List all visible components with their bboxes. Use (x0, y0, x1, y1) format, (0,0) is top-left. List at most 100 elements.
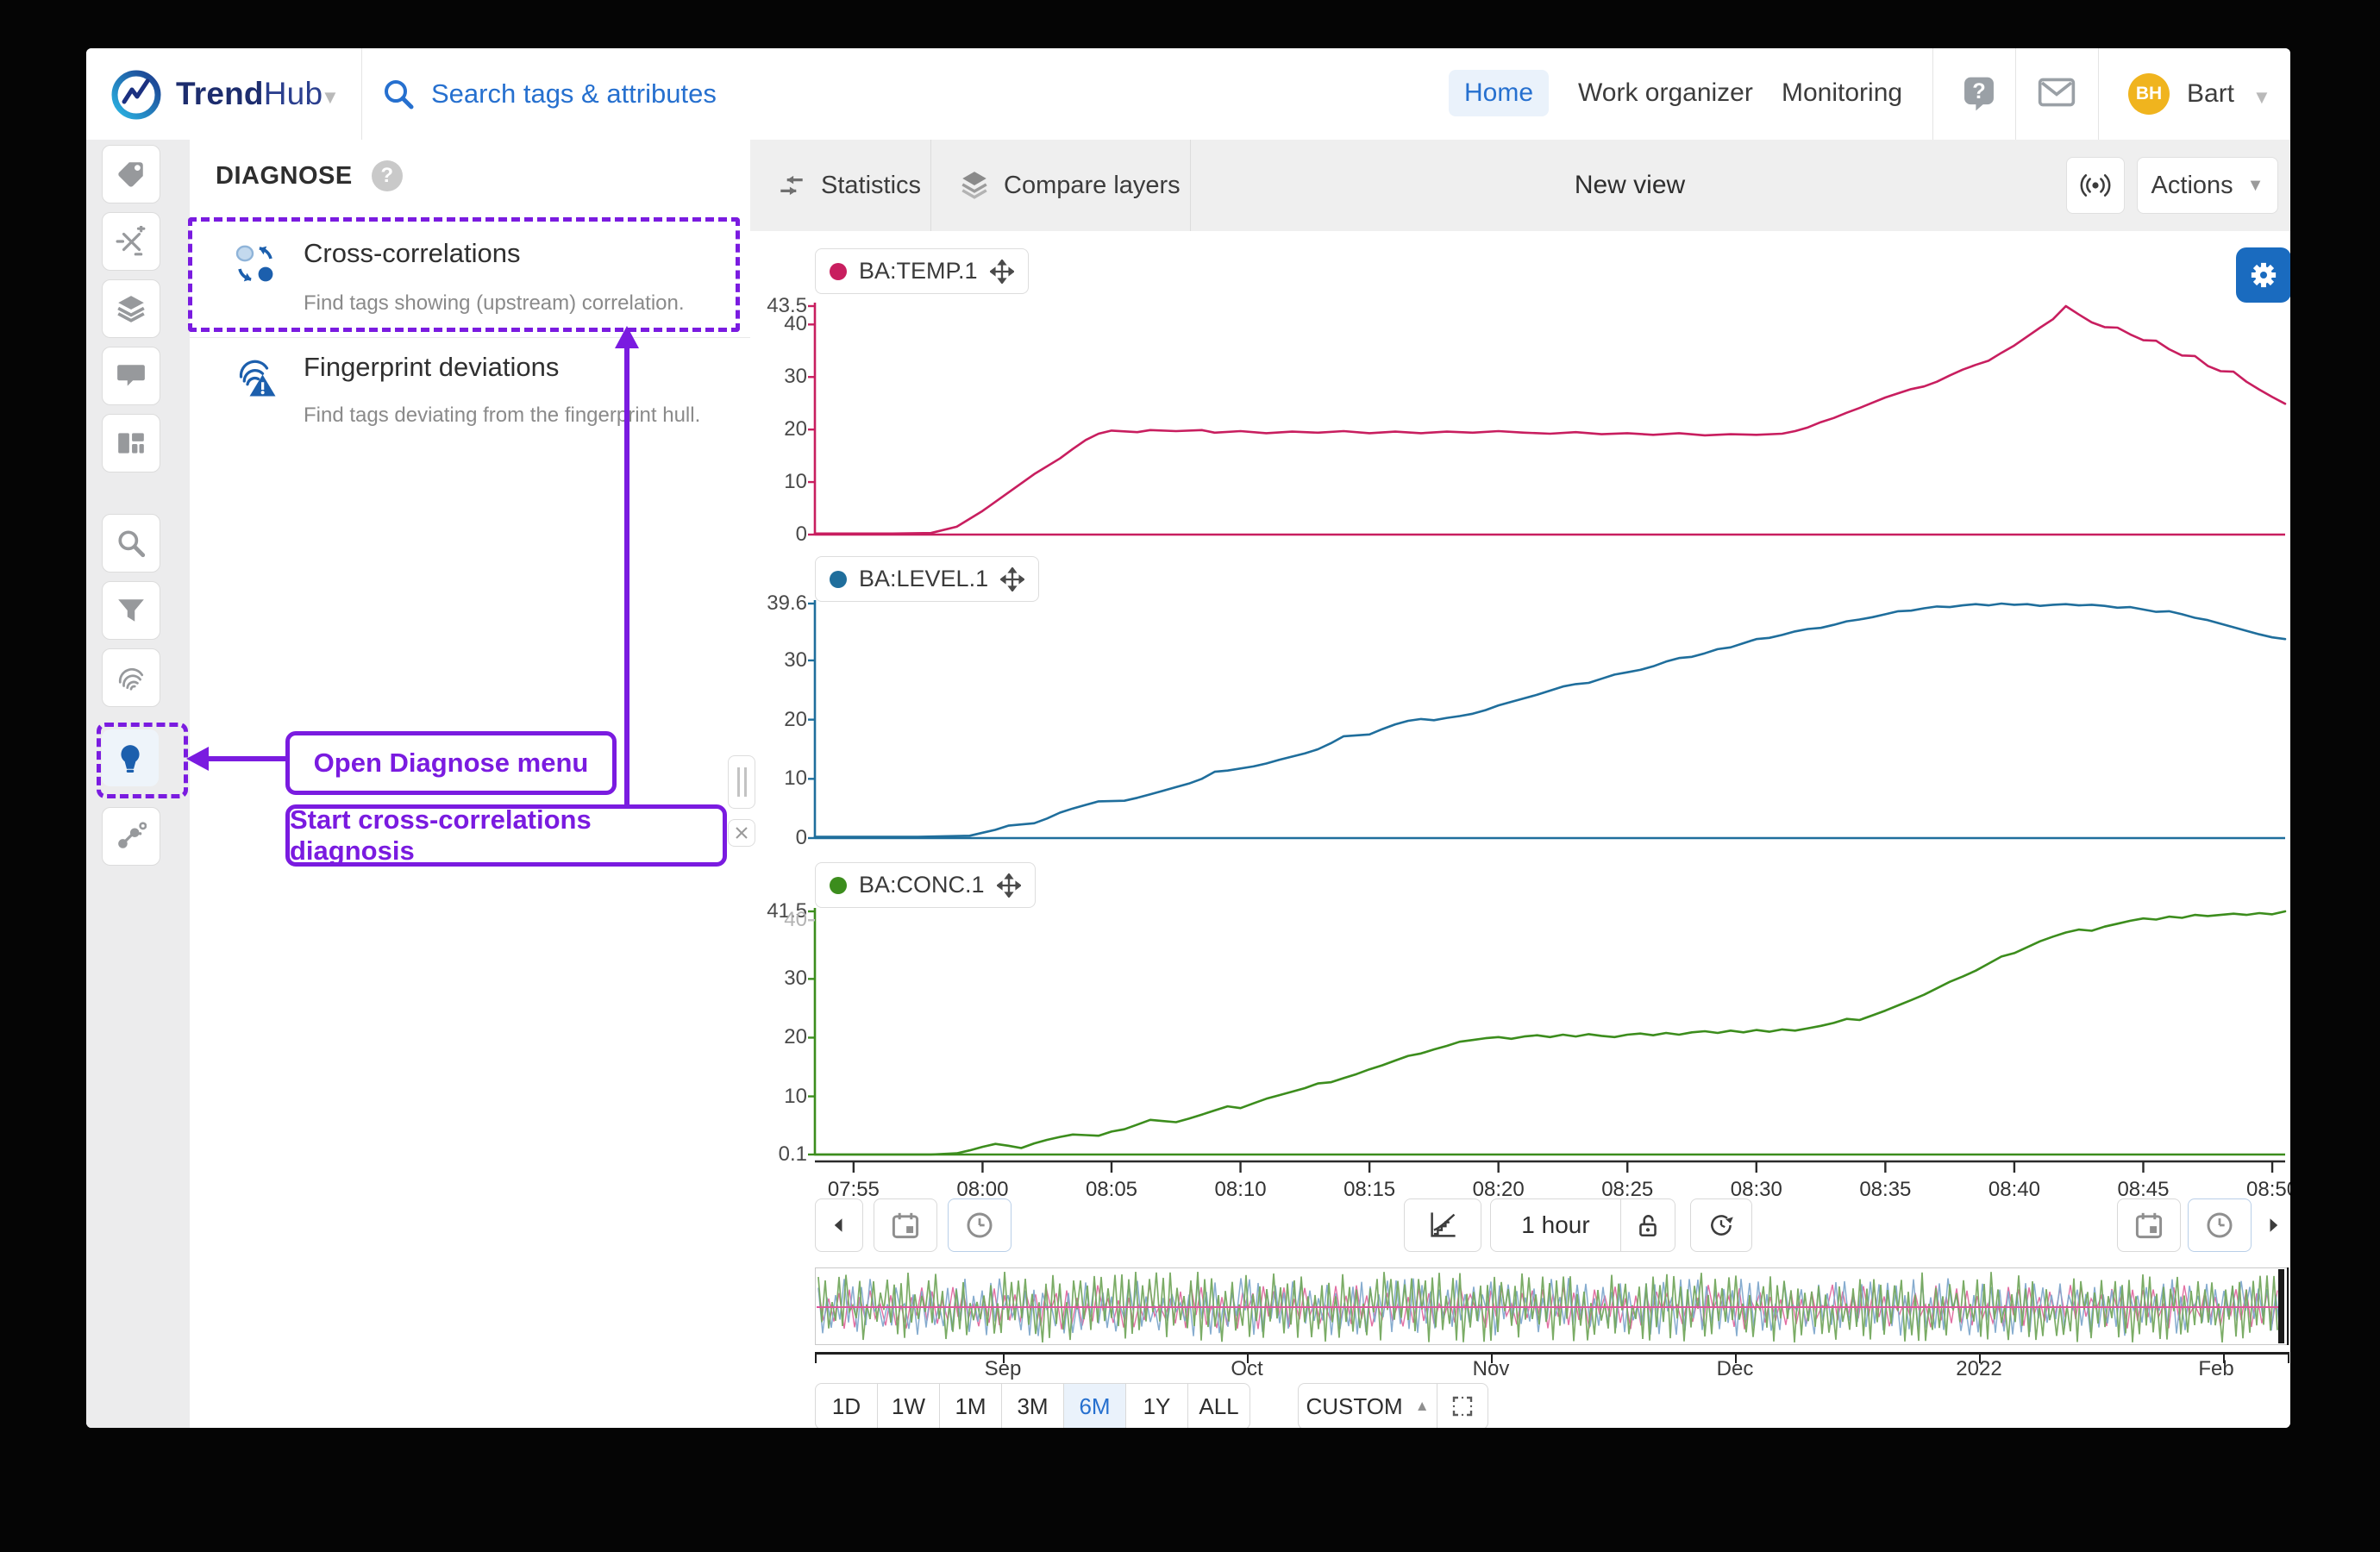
y-axis-tick-label: 10 (750, 1085, 807, 1109)
zoom-all-button[interactable]: ALL (1187, 1383, 1250, 1428)
statistics-button[interactable]: Statistics (776, 140, 921, 231)
legend-chip-baconc1[interactable]: BA:CONC.1 (815, 862, 1036, 908)
layers-icon (116, 293, 147, 324)
divider (190, 337, 750, 338)
context-axis-tick (2223, 1352, 2225, 1363)
panel-resize-handle[interactable] (728, 755, 755, 809)
sidebar-item-connections[interactable] (102, 807, 160, 866)
divider (2098, 48, 2099, 140)
help-icon: ? (1959, 74, 1999, 114)
brand-chevron-down-icon[interactable]: ▼ (321, 86, 340, 109)
diagnose-item-fingerprint-deviations[interactable]: Fingerprint deviations Find tags deviati… (190, 343, 750, 455)
zoom-1y-button[interactable]: 1Y (1125, 1383, 1188, 1428)
help-button[interactable]: ? (1959, 74, 1999, 118)
user-name[interactable]: Bart (2187, 48, 2234, 140)
start-time-button[interactable] (948, 1198, 1012, 1252)
item-title: Fingerprint deviations (304, 352, 559, 383)
x-axis-tick-label: 08:35 (1846, 1178, 1924, 1202)
context-month-label: Feb (2198, 1357, 2233, 1381)
move-icon (990, 260, 1014, 284)
context-axis (815, 1352, 2289, 1355)
legend-chip-balevel1[interactable]: BA:LEVEL.1 (815, 556, 1039, 602)
x-axis-tick-label: 07:55 (815, 1178, 892, 1202)
sidebar-item-filter[interactable] (102, 581, 160, 640)
sidebar-item-fingerprint[interactable] (102, 648, 160, 707)
tab-home[interactable]: Home (1449, 70, 1549, 116)
tag-icon (116, 159, 147, 190)
context-axis-tick (1247, 1352, 1249, 1363)
pan-left-button[interactable] (815, 1198, 863, 1252)
avatar[interactable]: BH (2128, 73, 2170, 115)
zoom-1w-button[interactable]: 1W (877, 1383, 940, 1428)
actions-button[interactable]: Actions ▼ (2137, 157, 2278, 214)
trend-steps-icon (1427, 1210, 1458, 1241)
zoom-1d-button[interactable]: 1D (815, 1383, 878, 1428)
trend-type-button[interactable] (1404, 1198, 1481, 1252)
x-axis-tick-label: 08:10 (1202, 1178, 1280, 1202)
zoom-preset-bar: 1D 1W 1M 3M 6M 1Y ALL (815, 1383, 1250, 1428)
clock-icon (965, 1211, 994, 1240)
sidebar-item-formulas[interactable] (102, 212, 160, 271)
chart-settings-button[interactable] (2236, 247, 2290, 303)
custom-range-group: CUSTOM ▲ (1298, 1383, 1488, 1428)
sidebar-item-comments[interactable] (102, 347, 160, 405)
diagnose-item-cross-correlations[interactable]: Cross-correlations Find tags showing (up… (190, 226, 750, 338)
lightbulb-icon (115, 742, 146, 773)
context-minimap[interactable] (815, 1267, 2289, 1345)
annotation-start-diagnosis: Start cross-correlations diagnosis (285, 804, 727, 867)
panel-help-icon[interactable]: ? (372, 160, 403, 191)
divider (1932, 48, 1933, 140)
zoom-3m-button[interactable]: 3M (1001, 1383, 1064, 1428)
chart-area[interactable]: BA:TEMP.1 BA:LEVEL.1 BA:CONC.1 (750, 231, 2290, 1428)
zoom-6m-button[interactable]: 6M (1063, 1383, 1126, 1428)
interval-group: 1 hour (1490, 1198, 1675, 1252)
start-date-button[interactable] (874, 1198, 937, 1252)
mail-icon (2037, 74, 2076, 110)
live-mode-button[interactable] (2066, 157, 2125, 214)
legend-chip-batemp1[interactable]: BA:TEMP.1 (815, 248, 1029, 294)
custom-range-button[interactable]: CUSTOM ▲ (1299, 1384, 1437, 1428)
context-axis-tick (1735, 1352, 1737, 1363)
lock-interval-button[interactable] (1620, 1199, 1675, 1251)
tab-work-organizer[interactable]: Work organizer (1563, 70, 1769, 116)
x-axis-tick-label: 08:25 (1588, 1178, 1666, 1202)
app-window: TrendHub ▼ Search tags & attributes Home… (86, 48, 2290, 1428)
search-icon (116, 528, 147, 559)
y-axis-tick-label: 40 (750, 908, 807, 932)
series-name: BA:LEVEL.1 (859, 566, 988, 592)
context-axis-tick (815, 1352, 817, 1363)
interval-button[interactable]: 1 hour (1491, 1199, 1620, 1251)
search-input[interactable]: Search tags & attributes (381, 48, 717, 140)
y-axis-tick-label: 0 (750, 523, 807, 547)
pan-right-button[interactable] (2258, 1198, 2287, 1252)
zoom-1m-button[interactable]: 1M (939, 1383, 1002, 1428)
brand-name: TrendHub (176, 48, 323, 140)
sidebar-item-tags[interactable] (102, 145, 160, 203)
swap-arrows-icon (776, 170, 807, 201)
x-axis-tick-label: 08:50 (2233, 1178, 2290, 1202)
user-chevron-down-icon[interactable]: ▼ (2252, 86, 2271, 109)
chevron-left-icon (828, 1214, 850, 1236)
unlock-icon (1634, 1211, 1662, 1239)
fit-range-button[interactable] (1437, 1384, 1488, 1428)
panel-close-button[interactable] (728, 819, 755, 847)
search-icon (381, 77, 416, 111)
y-axis-tick-label: 20 (750, 708, 807, 732)
sidebar-item-layers[interactable] (102, 279, 160, 338)
end-time-button[interactable] (2188, 1198, 2252, 1252)
y-axis-tick-label: 0.1 (750, 1142, 807, 1167)
compare-layers-button[interactable]: Compare layers (959, 140, 1181, 231)
history-button[interactable] (1690, 1198, 1752, 1252)
divider (1190, 140, 1191, 231)
trendhub-logo-icon (110, 69, 162, 121)
tab-monitoring[interactable]: Monitoring (1766, 70, 1918, 116)
mail-button[interactable] (2037, 74, 2076, 115)
y-axis-tick-label: 40 (750, 312, 807, 336)
series-color-dot (830, 263, 847, 280)
sidebar-item-dashboard[interactable] (102, 414, 160, 472)
end-date-button[interactable] (2117, 1198, 2181, 1252)
calendar-icon (2134, 1211, 2164, 1240)
dashboard-icon (116, 428, 147, 459)
sidebar-item-search[interactable] (102, 514, 160, 573)
sidebar-item-diagnose[interactable] (102, 729, 159, 786)
